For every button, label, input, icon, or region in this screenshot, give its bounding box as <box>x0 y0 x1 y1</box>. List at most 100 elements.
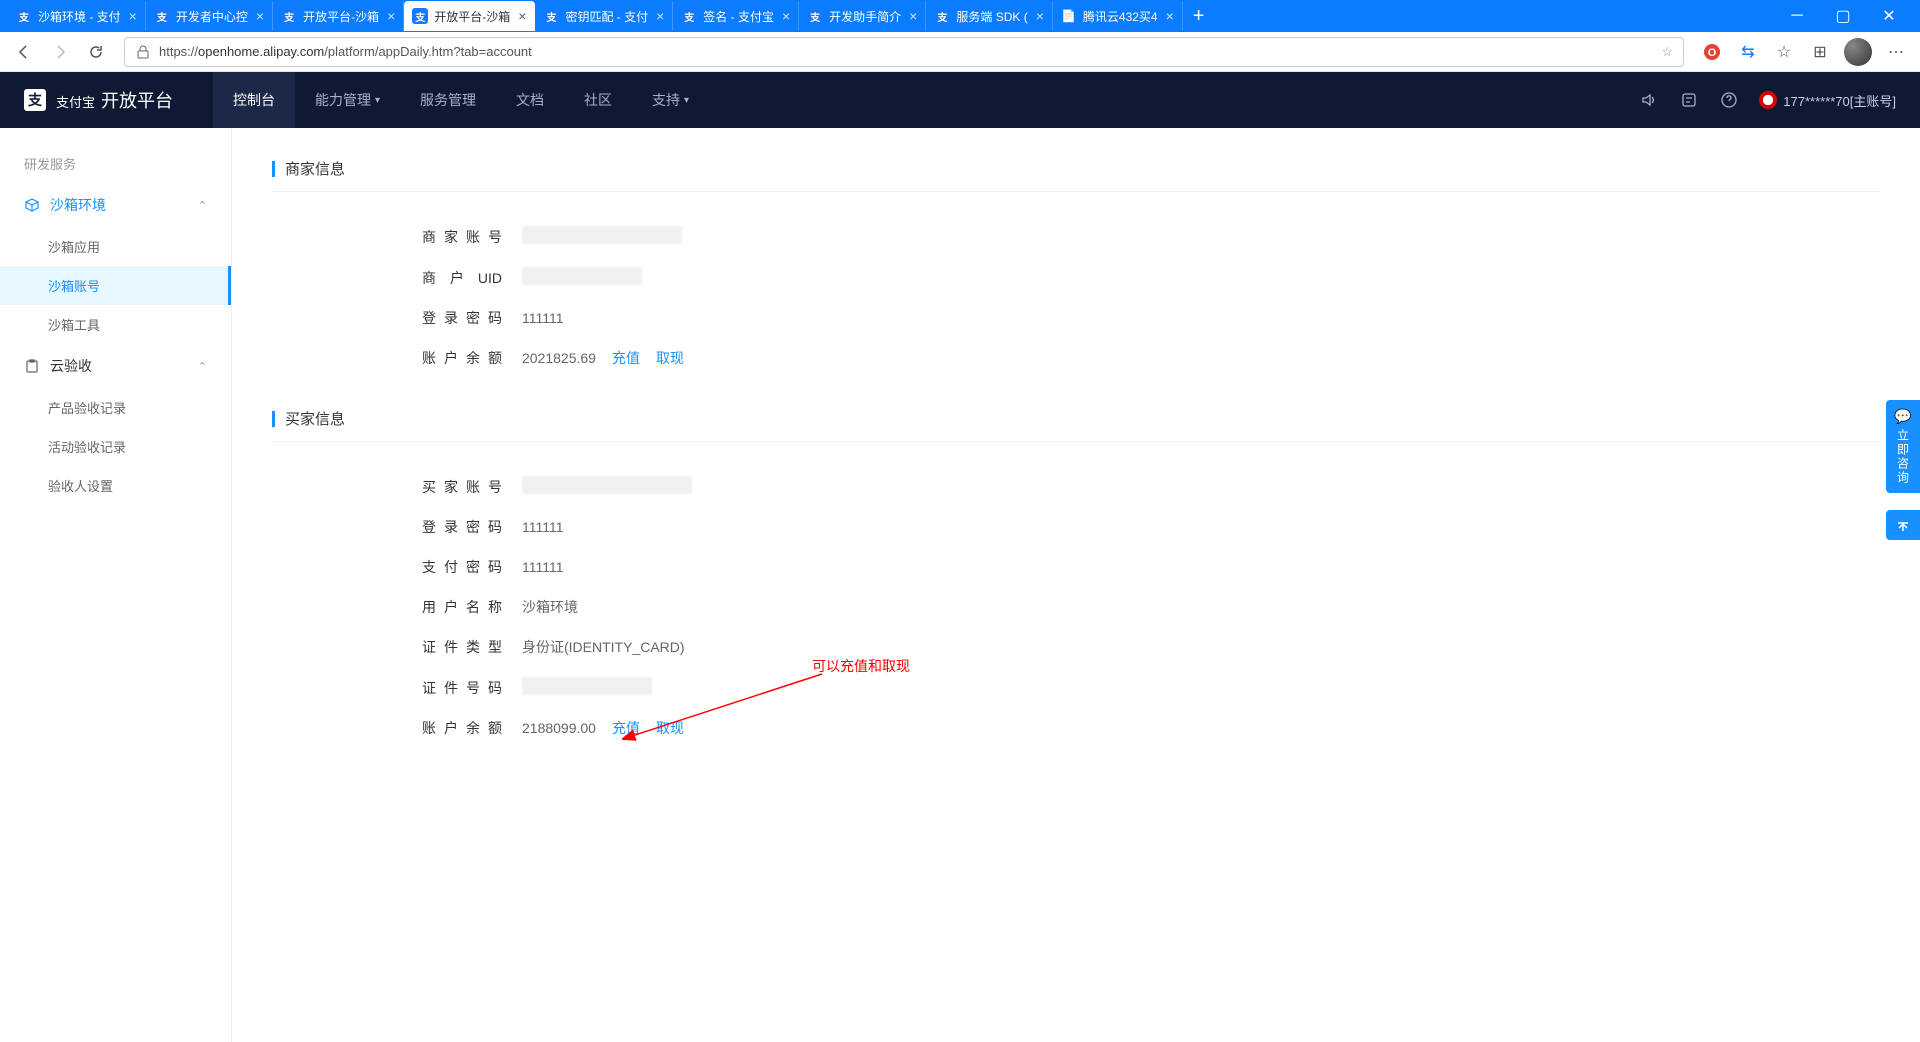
merchant-recharge-link[interactable]: 充值 <box>612 348 640 368</box>
browser-tab[interactable]: 支服务端 SDK (× <box>926 1 1053 31</box>
close-icon[interactable]: × <box>256 8 264 24</box>
sidebar-item-sandbox-tools[interactable]: 沙箱工具 <box>0 305 231 344</box>
chevron-up-icon: ⌃ <box>198 360 207 373</box>
minimize-button[interactable]: ─ <box>1774 0 1820 32</box>
browser-tab[interactable]: 支开放平台-沙箱× <box>273 1 404 31</box>
close-icon[interactable]: × <box>387 8 395 24</box>
browser-tab[interactable]: 📄腾讯云432买4× <box>1053 1 1183 31</box>
close-icon[interactable]: × <box>782 8 790 24</box>
buyer-idtype-value: 身份证(IDENTITY_CARD) <box>522 637 685 657</box>
buyer-name-value: 沙箱环境 <box>522 597 578 617</box>
back-button[interactable] <box>8 36 40 68</box>
favorites-icon[interactable]: ☆ <box>1768 36 1800 68</box>
sidebar-item-acceptor-setting[interactable]: 验收人设置 <box>0 466 231 505</box>
buyer-balance-label: 账户余额 <box>422 718 502 738</box>
url-text: https://openhome.alipay.com/platform/app… <box>159 44 1661 59</box>
merchant-account-label: 商家账号 <box>422 227 502 247</box>
merchant-pwd-value: 111111 <box>522 310 564 326</box>
new-tab-button[interactable]: + <box>1183 5 1215 28</box>
close-icon[interactable]: × <box>656 8 664 24</box>
merchant-account-value <box>522 226 682 247</box>
reading-mode-icon[interactable]: ☆ <box>1661 44 1673 60</box>
browser-tab[interactable]: 支沙箱环境 - 支付× <box>8 1 146 31</box>
sound-icon[interactable] <box>1639 90 1659 110</box>
sidebar: 研发服务 沙箱环境 ⌃ 沙箱应用 沙箱账号 沙箱工具 云验收 ⌃ 产品验收记录 … <box>0 128 232 1042</box>
chevron-down-icon: ▾ <box>684 95 689 106</box>
buyer-paypwd-value: 111111 <box>522 559 564 575</box>
sidebar-item-cloud-accept[interactable]: 云验收 ⌃ <box>0 344 231 388</box>
close-icon[interactable]: × <box>1166 8 1174 24</box>
buyer-balance-value: 2188099.00 <box>522 720 596 736</box>
close-window-button[interactable]: ✕ <box>1866 0 1912 32</box>
refresh-button[interactable] <box>80 36 112 68</box>
nav-ability[interactable]: 能力管理▾ <box>295 72 400 128</box>
buyer-pwd-label: 登录密码 <box>422 517 502 537</box>
nav-service[interactable]: 服务管理 <box>400 72 496 128</box>
user-account[interactable]: 177******70[主账号] <box>1759 91 1896 110</box>
section-buyer-title: 买家信息 <box>272 408 1880 442</box>
buyer-name-label: 用户名称 <box>422 597 502 617</box>
browser-tab-active[interactable]: 支开放平台-沙箱× <box>404 1 535 31</box>
sidebar-item-sandbox-app[interactable]: 沙箱应用 <box>0 227 231 266</box>
nav-support[interactable]: 支持▾ <box>632 72 709 128</box>
close-icon[interactable]: × <box>1036 8 1044 24</box>
buyer-recharge-link[interactable]: 充值 <box>612 718 640 738</box>
sidebar-group-label: 研发服务 <box>0 144 231 183</box>
close-icon[interactable]: × <box>518 8 526 24</box>
sidebar-item-activity-record[interactable]: 活动验收记录 <box>0 427 231 466</box>
buyer-withdraw-link[interactable]: 取现 <box>656 718 684 738</box>
nav-docs[interactable]: 文档 <box>496 72 564 128</box>
sync-icon[interactable]: ⇆ <box>1732 36 1764 68</box>
svg-text:O: O <box>1708 47 1717 59</box>
merchant-uid-label: 商户UID <box>422 268 502 288</box>
nav-console[interactable]: 控制台 <box>213 72 295 128</box>
scroll-top-button[interactable] <box>1886 510 1920 540</box>
merchant-balance-label: 账户余额 <box>422 348 502 368</box>
logo[interactable]: 支 支付宝开放平台 <box>24 87 173 113</box>
buyer-account-value <box>522 476 692 497</box>
clipboard-icon <box>24 359 40 373</box>
buyer-paypwd-label: 支付密码 <box>422 557 502 577</box>
browser-tab[interactable]: 支密钥匹配 - 支付× <box>535 1 673 31</box>
merchant-withdraw-link[interactable]: 取现 <box>656 348 684 368</box>
section-merchant-title: 商家信息 <box>272 158 1880 192</box>
logo-badge-icon: 支 <box>24 89 46 111</box>
maximize-button[interactable]: ▢ <box>1820 0 1866 32</box>
chat-icon: 💬 <box>1894 408 1911 425</box>
sidebar-item-product-record[interactable]: 产品验收记录 <box>0 388 231 427</box>
merchant-uid-value <box>522 267 642 288</box>
buyer-account-label: 买家账号 <box>422 477 502 497</box>
forward-button[interactable] <box>44 36 76 68</box>
chevron-down-icon: ▾ <box>375 95 380 106</box>
buyer-pwd-value: 111111 <box>522 519 564 535</box>
profile-avatar[interactable] <box>1844 38 1872 66</box>
browser-tab[interactable]: 支签名 - 支付宝× <box>673 1 799 31</box>
chevron-up-icon: ⌃ <box>198 199 207 212</box>
lock-icon <box>135 44 151 60</box>
arrow-up-icon <box>1896 518 1910 532</box>
close-icon[interactable]: × <box>909 8 917 24</box>
browser-tab-strip: 支沙箱环境 - 支付× 支开发者中心控× 支开放平台-沙箱× 支开放平台-沙箱×… <box>0 0 1920 32</box>
nav-community[interactable]: 社区 <box>564 72 632 128</box>
menu-icon[interactable]: ⋯ <box>1880 36 1912 68</box>
main-content: 商家信息 商家账号 商户UID 登录密码 111111 账户余额 2021825.… <box>232 128 1920 1042</box>
buyer-idno-value <box>522 677 652 698</box>
help-icon[interactable] <box>1719 90 1739 110</box>
adblock-icon[interactable]: O <box>1696 36 1728 68</box>
cube-icon <box>24 198 40 212</box>
notice-icon[interactable] <box>1679 90 1699 110</box>
close-icon[interactable]: × <box>129 8 137 24</box>
consult-button[interactable]: 💬 立即咨询 <box>1886 400 1920 493</box>
page-header: 支 支付宝开放平台 控制台 能力管理▾ 服务管理 文档 社区 支持▾ 177**… <box>0 72 1920 128</box>
browser-tab[interactable]: 支开发助手简介× <box>799 1 926 31</box>
buyer-idtype-label: 证件类型 <box>422 637 502 657</box>
browser-tab[interactable]: 支开发者中心控× <box>146 1 273 31</box>
merchant-balance-value: 2021825.69 <box>522 350 596 366</box>
flag-icon <box>1759 91 1777 109</box>
collections-icon[interactable]: ⊞ <box>1804 36 1836 68</box>
sidebar-item-sandbox-account[interactable]: 沙箱账号 <box>0 266 231 305</box>
sidebar-item-sandbox[interactable]: 沙箱环境 ⌃ <box>0 183 231 227</box>
browser-toolbar: https://openhome.alipay.com/platform/app… <box>0 32 1920 72</box>
merchant-pwd-label: 登录密码 <box>422 308 502 328</box>
address-bar[interactable]: https://openhome.alipay.com/platform/app… <box>124 37 1684 67</box>
